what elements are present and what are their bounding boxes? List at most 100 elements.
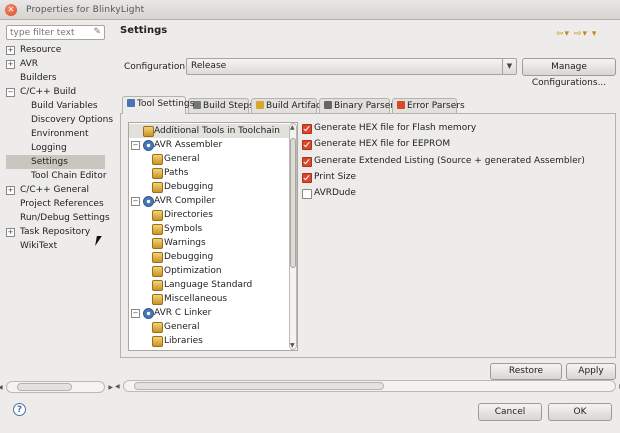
tree-node-label: Optimization bbox=[164, 266, 222, 276]
sidebar-item-environment[interactable]: Environment bbox=[6, 127, 105, 141]
tab-build-artifact[interactable]: Build Artifact bbox=[251, 98, 325, 114]
tree-node[interactable]: Language Standard bbox=[129, 278, 289, 292]
sidebar-item-avr[interactable]: + AVR bbox=[6, 57, 105, 71]
collapse-icon[interactable]: − bbox=[131, 309, 140, 318]
restore-defaults-button[interactable]: Restore Defaults bbox=[490, 363, 562, 391]
checkbox-label: AVRDude bbox=[314, 188, 356, 198]
tree-node-label: Libraries bbox=[164, 336, 203, 346]
sidebar-item-tool-chain-editor[interactable]: Tool Chain Editor bbox=[6, 169, 107, 183]
scroll-up-icon[interactable]: ▲ bbox=[290, 124, 295, 131]
tree-node[interactable]: General bbox=[129, 152, 289, 166]
sidebar-item-run-debug-settings[interactable]: Run/Debug Settings bbox=[6, 211, 110, 225]
checkbox[interactable] bbox=[302, 173, 312, 183]
tab-binary-parsers[interactable]: Binary Parsers bbox=[319, 98, 399, 114]
tab-tool-settings[interactable]: Tool Settings bbox=[122, 96, 194, 114]
collapse-icon[interactable]: − bbox=[131, 197, 140, 206]
tree-node[interactable]: Miscellaneous bbox=[129, 292, 289, 306]
help-icon[interactable]: ? bbox=[13, 403, 26, 416]
checkbox[interactable] bbox=[302, 124, 312, 134]
checkbox[interactable] bbox=[302, 157, 312, 167]
sidebar-item-label: AVR bbox=[20, 59, 38, 69]
tab-label: Build Artifact bbox=[266, 101, 325, 111]
collapse-icon[interactable]: − bbox=[131, 141, 140, 150]
tab-label: Error Parsers bbox=[407, 101, 465, 111]
tool-icon bbox=[152, 168, 163, 179]
sidebar-item-discovery-options[interactable]: Discovery Options bbox=[6, 113, 113, 127]
tool-tree[interactable]: Additional Tools in Toolchain − AVR Assemb… bbox=[128, 122, 298, 351]
tree-node[interactable]: Paths bbox=[129, 166, 289, 180]
apply-button[interactable]: Apply bbox=[566, 363, 616, 380]
chevron-down-icon[interactable]: ▼ bbox=[502, 59, 516, 74]
tool-icon bbox=[152, 210, 163, 221]
tree-node[interactable]: − AVR Assembler bbox=[129, 138, 289, 152]
history-nav-icon[interactable]: ⇦▾ ⇨▾ ▾ bbox=[556, 29, 597, 39]
configuration-value: Release bbox=[191, 61, 227, 71]
tool-icon bbox=[152, 336, 163, 347]
cancel-button[interactable]: Cancel bbox=[478, 403, 542, 421]
tree-node[interactable]: Libraries bbox=[129, 334, 289, 348]
expand-icon[interactable]: + bbox=[6, 228, 15, 237]
expand-icon[interactable]: + bbox=[6, 60, 15, 69]
checkbox[interactable] bbox=[302, 140, 312, 150]
tree-node[interactable]: Debugging bbox=[129, 250, 289, 264]
tree-node[interactable]: Additional Tools in Toolchain bbox=[129, 124, 289, 138]
tool-icon bbox=[152, 322, 163, 333]
close-button[interactable]: ✕ bbox=[5, 4, 17, 16]
configuration-select[interactable]: Release ▼ bbox=[186, 58, 517, 75]
tree-node[interactable]: Optimization bbox=[129, 264, 289, 278]
manage-configurations-button[interactable]: Manage Configurations... bbox=[522, 58, 616, 88]
gear-icon bbox=[143, 196, 154, 207]
scroll-down-icon[interactable]: ▼ bbox=[290, 342, 295, 349]
build-artifact-icon bbox=[256, 101, 264, 109]
right-horizontal-scrollbar[interactable]: ◀ ▶ bbox=[115, 380, 620, 392]
sidebar-item-label: C/C++ Build bbox=[20, 87, 77, 97]
sidebar-item-settings[interactable]: Settings bbox=[6, 155, 105, 169]
tree-node[interactable]: Symbols bbox=[129, 222, 289, 236]
tree-node[interactable]: − AVR C Linker bbox=[129, 306, 289, 320]
sidebar-item-logging[interactable]: Logging bbox=[6, 141, 105, 155]
left-scroll-thumb[interactable] bbox=[17, 383, 72, 391]
tab-build-steps[interactable]: Build Steps bbox=[188, 98, 254, 114]
sidebar-item-builders[interactable]: Builders bbox=[6, 71, 105, 85]
tool-icon bbox=[152, 252, 163, 263]
ok-button[interactable]: OK bbox=[548, 403, 612, 421]
tool-icon bbox=[152, 266, 163, 277]
scroll-left-icon[interactable]: ◀ bbox=[115, 383, 120, 390]
tree-node[interactable]: General bbox=[129, 320, 289, 334]
sidebar-item-build-variables[interactable]: Build Variables bbox=[6, 99, 105, 113]
tree-node-label: AVR C Linker bbox=[154, 308, 212, 318]
tree-node-label: General bbox=[164, 154, 200, 164]
sidebar-item-project-references[interactable]: Project References bbox=[6, 197, 105, 211]
tree-node[interactable]: − AVR Compiler bbox=[129, 194, 289, 208]
tree-node[interactable]: Warnings bbox=[129, 236, 289, 250]
sidebar-item-c-c-general[interactable]: + C/C++ General bbox=[6, 183, 105, 197]
right-scroll-thumb[interactable] bbox=[134, 382, 384, 390]
expand-icon[interactable]: + bbox=[6, 46, 15, 55]
tree-scroll-thumb[interactable] bbox=[290, 138, 296, 268]
tree-node[interactable]: Objects bbox=[129, 348, 289, 350]
checkbox-label: Print Size bbox=[314, 172, 357, 182]
tree-node-label: AVR Assembler bbox=[154, 140, 223, 150]
tab-error-parsers[interactable]: Error Parsers bbox=[392, 98, 465, 114]
filter-field[interactable]: ✎ bbox=[6, 25, 105, 40]
sidebar-item-label: Run/Debug Settings bbox=[20, 213, 110, 223]
sidebar-item-label: Logging bbox=[31, 143, 67, 153]
tree-node[interactable]: Debugging bbox=[129, 180, 289, 194]
tool-settings-icon bbox=[127, 99, 135, 107]
sidebar-item-c-c-build[interactable]: − C/C++ Build bbox=[6, 85, 105, 99]
collapse-icon[interactable]: − bbox=[6, 88, 15, 97]
checkbox[interactable] bbox=[302, 189, 312, 199]
sidebar-item-task-repository[interactable]: + Task Repository bbox=[6, 225, 105, 239]
sidebar-item-resource[interactable]: + Resource bbox=[6, 43, 105, 57]
tree-node[interactable]: Directories bbox=[129, 208, 289, 222]
scroll-left-icon[interactable]: ◀ bbox=[0, 384, 3, 391]
sidebar-item-label: Settings bbox=[31, 157, 68, 167]
expand-icon[interactable]: + bbox=[6, 186, 15, 195]
window-title: Properties for BlinkyLight bbox=[26, 5, 145, 15]
clear-filter-icon[interactable]: ✎ bbox=[93, 27, 101, 37]
sidebar-item-wikitext[interactable]: WikiText bbox=[6, 239, 105, 253]
left-horizontal-scrollbar[interactable]: ◀ ▶ bbox=[0, 381, 113, 393]
scroll-right-icon[interactable]: ▶ bbox=[108, 384, 113, 391]
tool-icon bbox=[152, 280, 163, 291]
filter-input[interactable] bbox=[7, 26, 93, 39]
